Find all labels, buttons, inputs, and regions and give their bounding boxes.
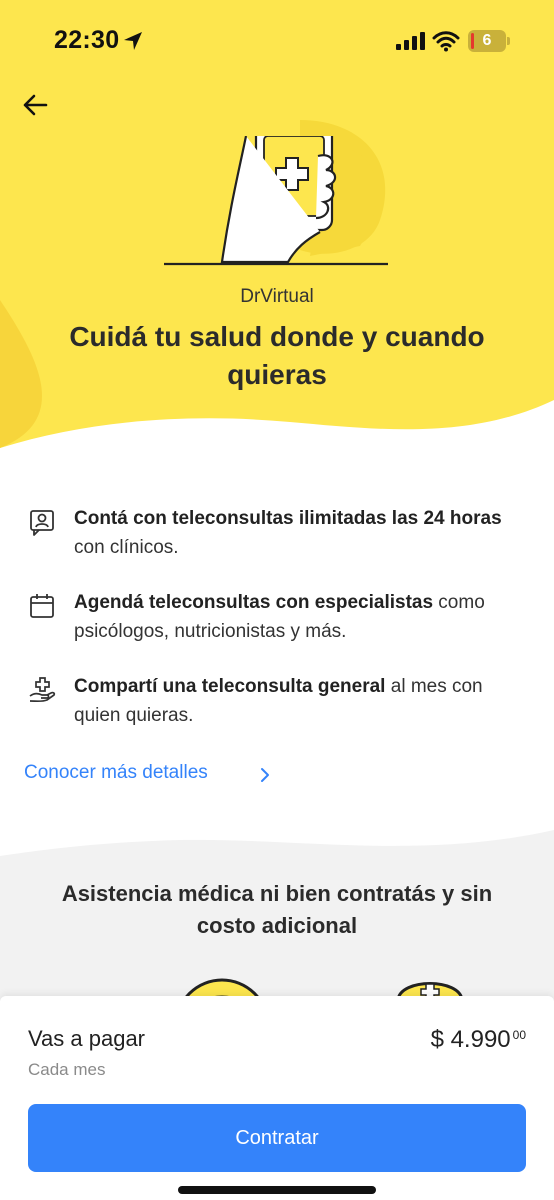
price-cents: 00: [512, 1028, 526, 1042]
feature-text: Agendá teleconsultas con especialistas c…: [74, 588, 514, 646]
battery-cap: [507, 37, 510, 45]
assistance-title: Asistencia médica ni bien contratás y si…: [61, 881, 493, 938]
feature-text: Contá con teleconsultas ilimitadas las 2…: [74, 504, 514, 562]
feature-rest-text: con clínicos.: [74, 537, 179, 558]
details-link[interactable]: Conocer más detalles: [24, 762, 208, 784]
cellular-signal-icon: [396, 32, 425, 50]
hero-section: 22:30 6 DrVirtual Cuidá tu salud donde y…: [0, 0, 554, 470]
wifi-icon: [432, 31, 460, 52]
status-bar: 22:30 6: [0, 0, 554, 84]
home-indicator[interactable]: [178, 1186, 376, 1194]
feature-text: Compartí una teleconsulta general al mes…: [74, 672, 514, 730]
feature-bold-text: Agendá teleconsultas con especialistas: [74, 592, 434, 613]
calendar-icon: [30, 594, 54, 618]
payment-label: Vas a pagar: [28, 1026, 146, 1051]
feature-bold-text: Contá con teleconsultas ilimitadas las 2…: [74, 508, 502, 529]
payment-period: Cada mes: [28, 1060, 106, 1079]
status-time: 22:30: [54, 26, 120, 54]
contract-button[interactable]: Contratar: [28, 1104, 526, 1172]
chevron-right-icon[interactable]: [256, 766, 274, 784]
price-main: $ 4.990: [430, 1026, 511, 1053]
hand-health-icon: [29, 677, 56, 703]
section-wave: [0, 820, 554, 856]
location-arrow-icon: [124, 32, 142, 50]
back-arrow-icon[interactable]: [18, 88, 52, 122]
phone-hand-illustration: [164, 136, 388, 266]
user-chat-icon: [30, 510, 54, 536]
payment-sheet: Vas a pagar Cada mes $ 4.990 00 Contrata…: [0, 996, 554, 1200]
price: $ 4.990 00: [431, 1026, 526, 1054]
product-name: DrVirtual: [240, 286, 314, 307]
battery-level: 6: [482, 32, 492, 49]
battery-indicator: 6: [468, 30, 510, 52]
page-title: Cuidá tu salud donde y cuando quieras: [69, 321, 485, 390]
feature-bold-text: Compartí una teleconsulta general: [74, 676, 386, 697]
assistance-section: Asistencia médica ni bien contratás y si…: [0, 820, 554, 1020]
